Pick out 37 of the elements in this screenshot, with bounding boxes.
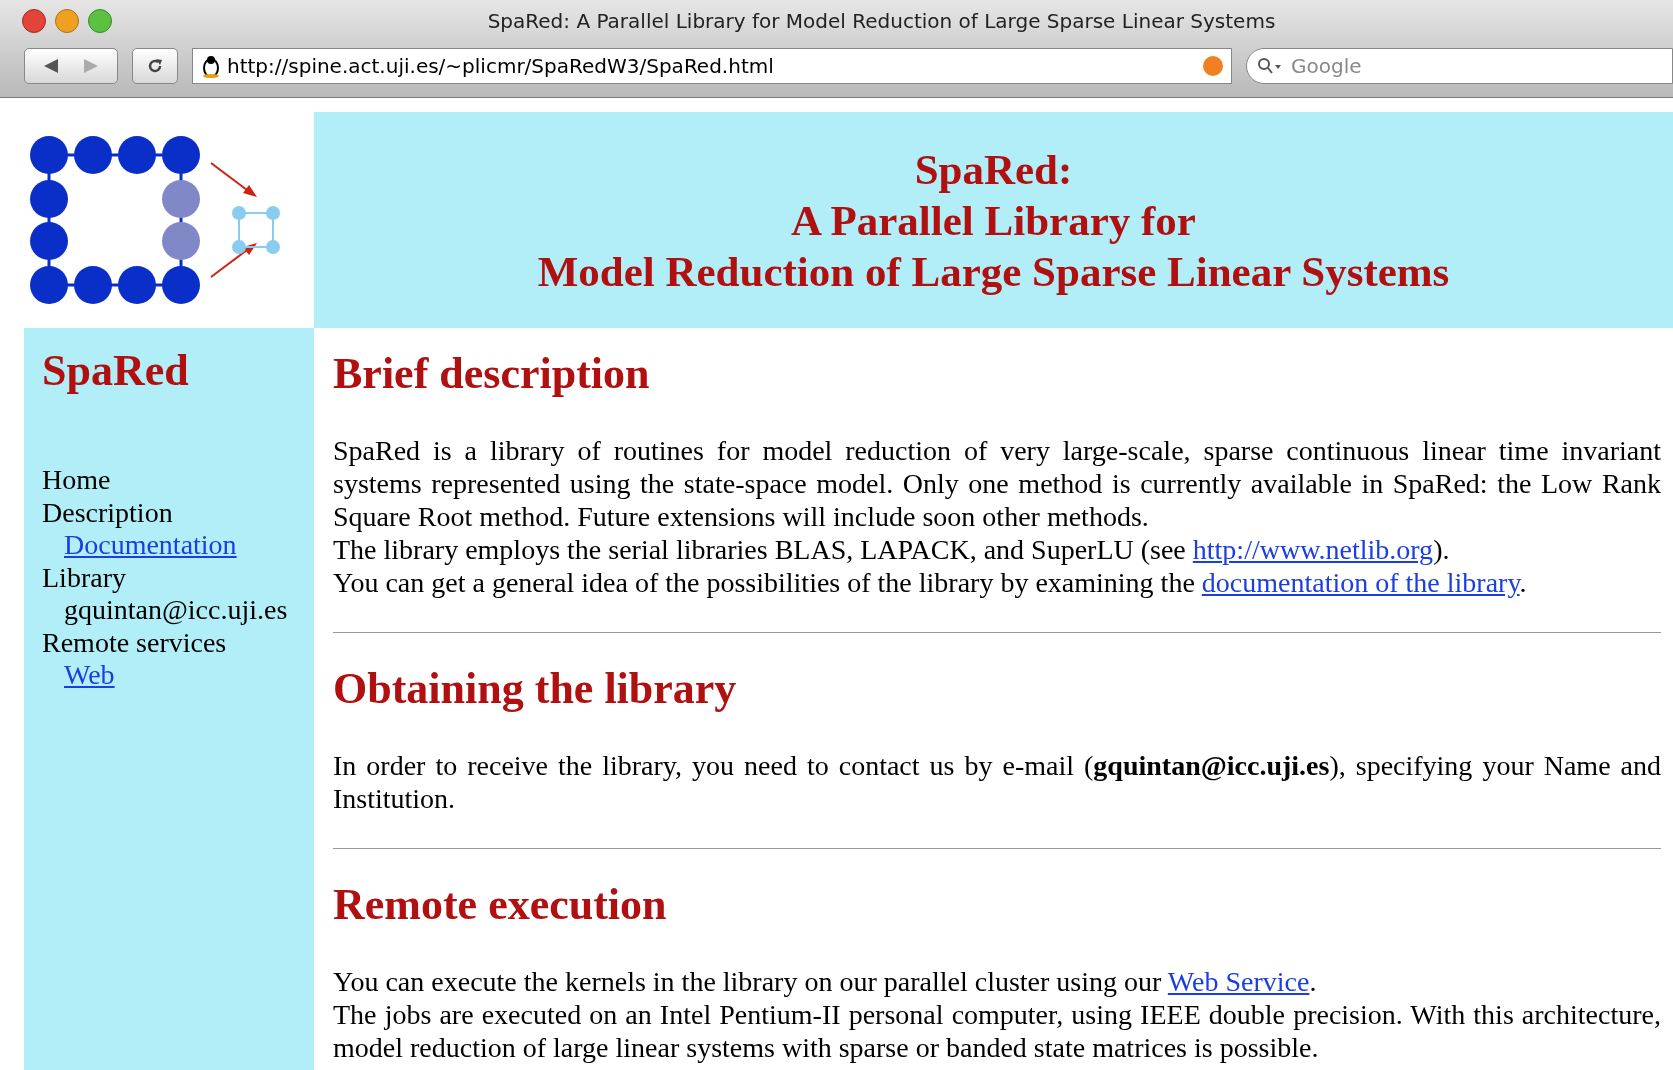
paragraph: SpaRed is a library of routines for model reduction of very large-scale, sparse continuous linear time invariant systems represented using the state-space model. Only one method is currently available in SpaRed: the Low Rank Square Root method. Future extensions will include soon other methods. — [333, 434, 1661, 533]
address-field[interactable]: http://spine.act.uji.es/~plicmr/SpaRedW3/SpaRed.html — [192, 48, 1232, 84]
sidebar-item: Library — [42, 561, 126, 594]
close-icon[interactable] — [22, 9, 46, 33]
banner-title: A Parallel Library for — [791, 195, 1196, 246]
reload-button[interactable] — [132, 48, 178, 84]
back-forward-button[interactable] — [24, 48, 118, 84]
link[interactable]: Web Service — [1167, 966, 1310, 997]
url-text: http://spine.act.uji.es/~plicmr/SpaRedW3/SpaRed.html — [227, 53, 775, 80]
search-field[interactable]: Google — [1246, 48, 1673, 84]
sidebar-item: Remote services — [42, 626, 227, 659]
section-heading: Brief description — [333, 348, 650, 400]
sidebar-item: Description — [42, 496, 173, 529]
link[interactable]: documentation of the library — [1201, 567, 1520, 598]
paragraph: The jobs are executed on an Intel Pentium-II personal computer, using IEEE double precision. With this architecture, model reduction of large linear systems with sparse or banded state matrices is possible. — [333, 998, 1661, 1064]
zoom-icon[interactable] — [88, 9, 112, 33]
sidebar-link[interactable]: Web — [64, 659, 115, 692]
paragraph: In order to receive the library, you need to contact us by e-mail (gquintan@icc.uji.es), specifying your Name and Institution. — [333, 749, 1661, 815]
banner-title: Model Reduction of Large Sparse Linear Systems — [537, 246, 1450, 297]
sidebar-item: gquintan@icc.uji.es — [64, 594, 288, 627]
sidebar-title: SpaRed — [42, 345, 190, 397]
paragraph: You can execute the kernels in the library on our parallel cluster using our Web Service. — [333, 965, 1318, 998]
reload-icon — [146, 57, 164, 75]
search-icon — [1257, 57, 1283, 75]
section-heading: Remote execution — [333, 879, 667, 931]
window-title: SpaRed: A Parallel Library for Model Reduction of Large Sparse Linear Systems — [487, 8, 1276, 35]
sidebar-link[interactable]: Documentation — [64, 529, 237, 562]
minimize-icon[interactable] — [55, 9, 79, 33]
sidebar-item: Home — [42, 464, 111, 497]
penguin-icon — [201, 54, 221, 78]
back-icon[interactable] — [44, 59, 60, 73]
paragraph: You can get a general idea of the possibilities of the library by examining the documentation of the library. — [333, 566, 1528, 599]
section-heading: Obtaining the library — [333, 663, 737, 715]
link[interactable]: http://www.netlib.org — [1192, 534, 1434, 565]
paragraph: The library employs the serial libraries BLAS, LAPACK, and SuperLU (see http://www.netlib.org). — [333, 533, 1451, 566]
search-input[interactable]: Google — [1291, 51, 1662, 81]
banner-title: SpaRed: — [914, 144, 1073, 195]
